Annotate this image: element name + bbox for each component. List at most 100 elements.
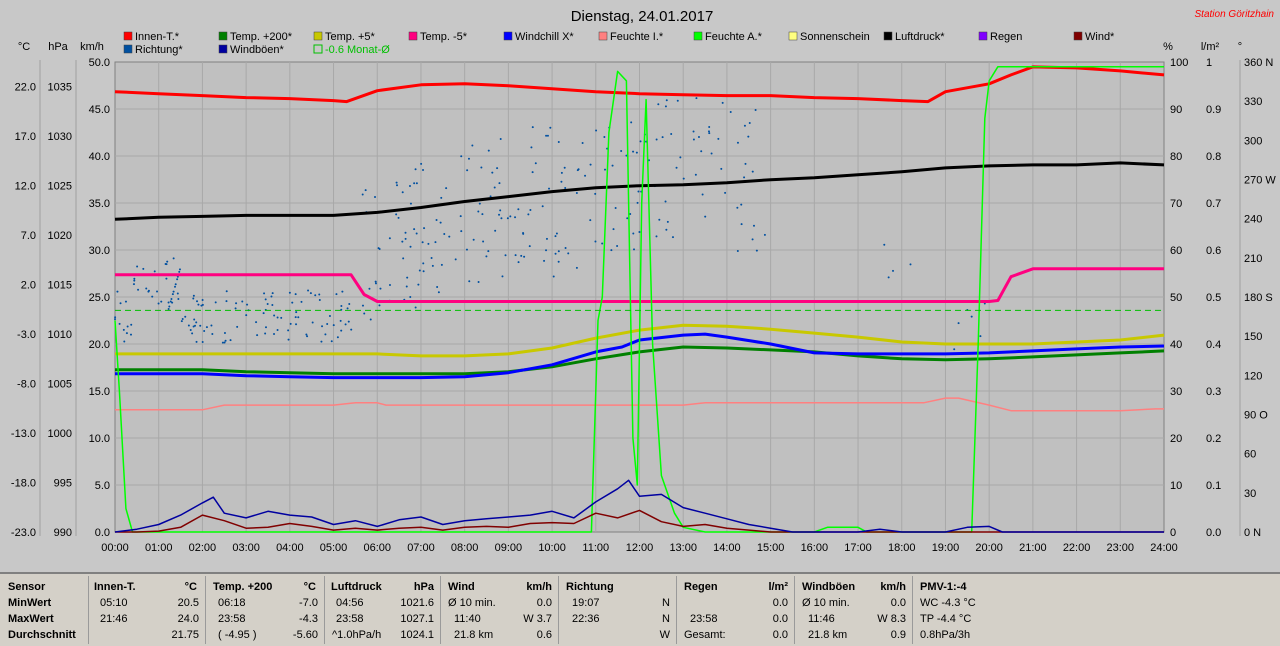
x-tick-label: 00:00 — [101, 542, 129, 554]
direction-point — [546, 134, 549, 137]
direction-point — [970, 315, 973, 318]
temp-tick-label: 7.0 — [21, 230, 36, 242]
richtung-max-value: N — [662, 613, 670, 625]
direction-tick-label: 210 — [1244, 253, 1262, 265]
direction-point — [414, 306, 417, 309]
x-tick-label: 16:00 — [801, 542, 829, 554]
direction-point — [336, 336, 339, 339]
direction-point — [517, 208, 520, 211]
direction-tick-label: 180 S — [1244, 292, 1273, 304]
direction-point — [595, 129, 598, 132]
direction-point — [635, 151, 638, 154]
wind-tick-label: 10.0 — [89, 433, 110, 445]
x-tick-label: 15:00 — [757, 542, 785, 554]
direction-point — [187, 324, 190, 327]
direction-point — [137, 288, 140, 291]
humidity-tick-label: 60 — [1170, 245, 1182, 257]
legend-label: Luftdruck* — [895, 31, 945, 43]
temp200-max-time: 23:58 — [218, 613, 246, 625]
temp200-header: Temp. +200 — [213, 581, 273, 593]
direction-point — [193, 318, 196, 321]
direction-point — [273, 333, 276, 336]
sensor-header: Sensor — [8, 581, 46, 593]
direction-point — [178, 268, 181, 271]
direction-point — [273, 314, 276, 317]
regen-header: Regen — [684, 581, 718, 593]
direction-point — [664, 200, 667, 203]
direction-point — [168, 305, 171, 308]
direction-point — [520, 254, 523, 257]
direction-point — [418, 269, 421, 272]
direction-point — [594, 192, 597, 195]
direction-point — [504, 254, 507, 257]
direction-point — [170, 298, 173, 301]
humidity-tick-label: 20 — [1170, 433, 1182, 445]
legend-label: Temp. +5* — [325, 31, 376, 43]
direction-point — [729, 111, 732, 114]
direction-point — [485, 255, 488, 258]
luftdruck-trend: ^1.0hPa/h — [332, 629, 382, 641]
direction-point — [211, 332, 214, 335]
direction-point — [229, 339, 232, 342]
direction-point — [294, 293, 297, 296]
temp-tick-label: -8.0 — [17, 379, 36, 391]
wind-distance: 21.8 km — [454, 629, 494, 641]
direction-point — [199, 324, 202, 327]
direction-point — [953, 348, 956, 351]
direction-point — [445, 187, 448, 190]
direction-point — [480, 166, 483, 169]
direction-point — [167, 301, 170, 304]
direction-point — [620, 150, 623, 153]
direction-point — [264, 332, 267, 335]
direction-point — [692, 138, 695, 141]
rain-tick-label: 0.9 — [1206, 104, 1221, 116]
direction-point — [440, 196, 443, 199]
direction-point — [408, 185, 411, 188]
direction-point — [744, 162, 747, 165]
direction-point — [477, 281, 480, 284]
windboeen-header: Windböen — [802, 581, 856, 593]
direction-point — [132, 283, 135, 286]
rain-tick-label: 0.8 — [1206, 151, 1221, 163]
direction-point — [422, 270, 425, 273]
direction-point — [530, 146, 533, 149]
direction-point — [517, 261, 520, 264]
direction-point — [604, 168, 607, 171]
direction-point — [368, 287, 371, 290]
direction-point — [707, 130, 710, 133]
direction-point — [755, 249, 758, 252]
direction-point — [192, 294, 195, 297]
windboeen-max-time: 11:46 — [808, 613, 835, 625]
wind-tick-label: 35.0 — [89, 198, 110, 210]
direction-point — [413, 228, 416, 231]
direction-point — [225, 290, 228, 293]
direction-point — [581, 142, 584, 145]
stats-col-sensor: Sensor MinWert MaxWert Durchschnitt — [0, 576, 89, 644]
direction-point — [295, 311, 298, 314]
luftdruck-min-value: 1021.6 — [400, 597, 434, 609]
direction-point — [740, 203, 743, 206]
regen-max-time: 23:58 — [690, 613, 718, 625]
direction-point — [437, 291, 440, 294]
direction-point — [171, 293, 174, 296]
direction-point — [388, 237, 391, 240]
direction-tick-label: 150 — [1244, 331, 1262, 343]
regen-max-value: 0.0 — [772, 613, 788, 625]
direction-point — [655, 235, 658, 238]
pmv-windchill: WC -4.3 °C — [920, 597, 976, 609]
temp200-avg-note: ( -4.95 ) — [218, 629, 257, 641]
direction-point — [167, 307, 170, 310]
windboeen-min-label: Ø 10 min. — [802, 597, 850, 609]
direction-point — [552, 275, 555, 278]
direction-point — [330, 340, 333, 343]
x-tick-label: 21:00 — [1019, 542, 1047, 554]
temp-tick-label: -3.0 — [17, 329, 36, 341]
humidity-tick-label: 10 — [1170, 480, 1182, 492]
direction-point — [534, 162, 537, 165]
direction-point — [541, 205, 544, 208]
direction-point — [314, 294, 317, 297]
direction-point — [422, 262, 425, 265]
luftdruck-max-time: 23:58 — [336, 613, 364, 625]
press-tick-label: 1005 — [48, 379, 72, 391]
temp-tick-label: 2.0 — [21, 280, 36, 292]
